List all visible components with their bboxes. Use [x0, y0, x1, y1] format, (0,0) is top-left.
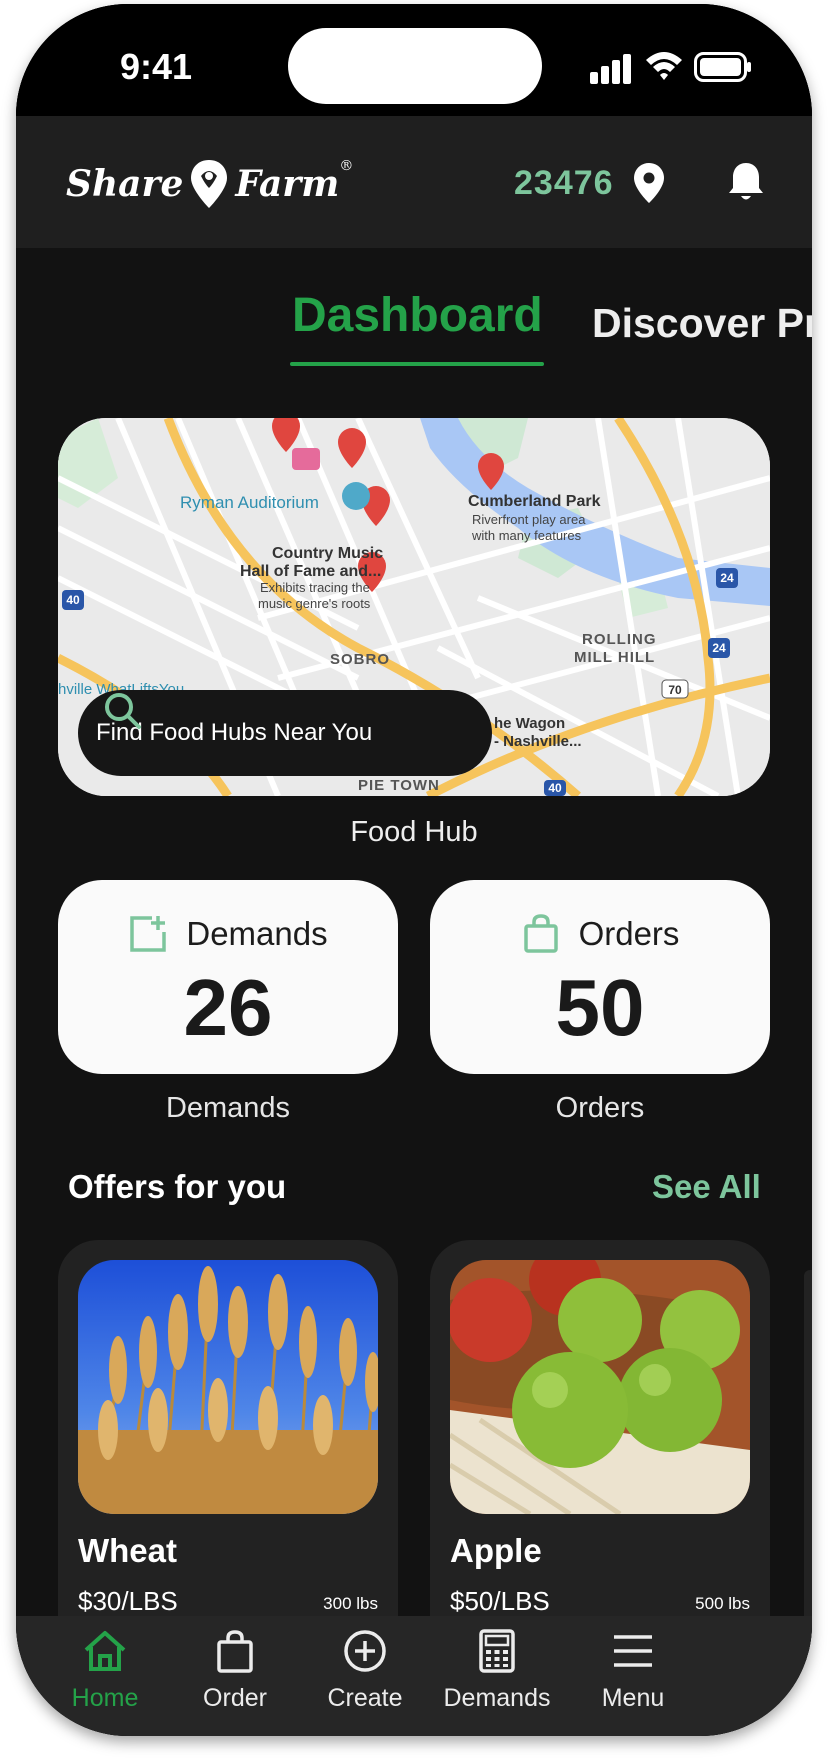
offer-quantity: 500 lbs — [695, 1594, 750, 1613]
demands-card-title: Demands — [186, 915, 328, 952]
map-label-us70: 70 — [668, 683, 682, 697]
map-label-wagon2: - Nashville... — [494, 733, 582, 750]
map-pin-icon[interactable] — [632, 162, 666, 204]
map-label-rolling: ROLLING — [582, 631, 657, 648]
tab-active-indicator — [290, 362, 544, 366]
battery-icon — [694, 52, 751, 82]
orders-card[interactable]: Orders 50 — [430, 880, 770, 1074]
zip-code[interactable]: 23476 — [514, 164, 614, 203]
search-icon — [105, 693, 141, 729]
map-label-mill-hill: MILL HILL — [574, 649, 655, 666]
bottom-navigation: Home Order Create Demands Menu — [16, 1616, 812, 1736]
offer-card-wheat[interactable]: Wheat $30/LBS 300 lbs — [58, 1240, 398, 1660]
offer-card-next-peek[interactable] — [804, 1270, 812, 1670]
phone-frame: 9:41 Share Farm ® 23476 Dashboard Discov… — [16, 4, 812, 1736]
share-farm-logo[interactable]: Share Farm ® — [66, 152, 353, 216]
logo-text-share: Share — [66, 163, 184, 205]
nav-order-label: Order — [203, 1684, 267, 1712]
nav-menu-label: Menu — [601, 1684, 665, 1712]
nav-create[interactable]: Create — [300, 1626, 430, 1726]
map-label-i40-bottom: 40 — [548, 781, 562, 795]
map-label-cumberland-sub1: Riverfront play area — [472, 512, 586, 527]
status-bar: 9:41 — [16, 4, 812, 116]
wifi-icon — [646, 52, 682, 80]
food-hub-caption: Food Hub — [350, 816, 478, 848]
map-label-i24-bottom: 24 — [712, 641, 726, 655]
demands-caption: Demands — [165, 1092, 291, 1124]
nav-demands-label: Demands — [443, 1684, 551, 1712]
map-label-i40-left: 40 — [66, 593, 80, 607]
shopping-bag-icon — [217, 1630, 253, 1673]
offer-price: $30/LBS — [78, 1586, 178, 1616]
map-label-pie-town: PIE TOWN — [358, 777, 440, 794]
wheat-image — [78, 1260, 378, 1514]
calculator-icon — [479, 1629, 515, 1673]
shopping-bag-icon — [523, 914, 558, 953]
registered-mark: ® — [339, 158, 354, 174]
orders-count: 50 — [555, 963, 645, 1052]
logo-pin-icon — [191, 160, 228, 208]
map-label-i24-top: 24 — [720, 571, 734, 585]
map-label-cumberland-sub2: with many features — [471, 528, 582, 543]
nav-order[interactable]: Order — [170, 1626, 300, 1726]
map-label-cumberland: Cumberland Park — [468, 493, 601, 510]
tab-discover-products[interactable]: Discover Pr — [592, 300, 812, 347]
orders-caption: Orders — [555, 1092, 645, 1124]
nav-create-label: Create — [327, 1684, 403, 1712]
nav-menu[interactable]: Menu — [568, 1626, 698, 1726]
map-label-country-sub2: music genre's roots — [258, 596, 371, 611]
app-screen: 9:41 Share Farm ® 23476 Dashboard Discov… — [16, 4, 812, 1736]
map-label-ryman: Ryman Auditorium — [180, 493, 319, 512]
demands-count: 26 — [183, 963, 273, 1052]
orders-card-title: Orders — [578, 915, 680, 952]
see-all-link[interactable]: See All — [652, 1168, 761, 1206]
find-food-hubs-button[interactable]: Find Food Hubs Near You — [78, 690, 492, 776]
offer-name: Apple — [450, 1532, 542, 1569]
demands-card[interactable]: Demands 26 — [58, 880, 398, 1074]
offer-name: Wheat — [78, 1532, 177, 1569]
dynamic-island — [288, 28, 542, 104]
plus-circle-icon — [344, 1630, 386, 1672]
map-label-sobro: SOBRO — [330, 651, 390, 668]
apple-image — [450, 1260, 750, 1514]
offer-card-apple[interactable]: Apple $50/LBS 500 lbs — [430, 1240, 770, 1660]
nav-home[interactable]: Home — [40, 1626, 170, 1726]
status-time: 9:41 — [120, 46, 193, 87]
offer-price: $50/LBS — [450, 1586, 550, 1616]
cellular-signal-icon — [590, 54, 632, 84]
map-label-country2: Hall of Fame and... — [240, 563, 381, 580]
bell-icon[interactable] — [726, 160, 766, 204]
menu-icon — [614, 1635, 652, 1667]
home-icon — [84, 1631, 126, 1671]
food-hub-map[interactable]: 40 24 24 40 70 Ryman Auditorium Cumberla… — [58, 418, 770, 796]
add-demand-icon — [130, 916, 167, 952]
nav-demands[interactable]: Demands — [432, 1626, 562, 1726]
offer-quantity: 300 lbs — [323, 1594, 378, 1613]
nav-home-label: Home — [71, 1684, 139, 1712]
tab-dashboard[interactable]: Dashboard — [292, 288, 543, 343]
map-label-country1: Country Music — [272, 545, 383, 562]
map-label-wagon1: he Wagon — [494, 715, 565, 732]
logo-text-farm: Farm — [235, 163, 340, 205]
map-label-country-sub1: Exhibits tracing the — [260, 580, 370, 595]
app-header: Share Farm ® 23476 — [16, 116, 812, 248]
offers-section-title: Offers for you — [68, 1168, 287, 1205]
